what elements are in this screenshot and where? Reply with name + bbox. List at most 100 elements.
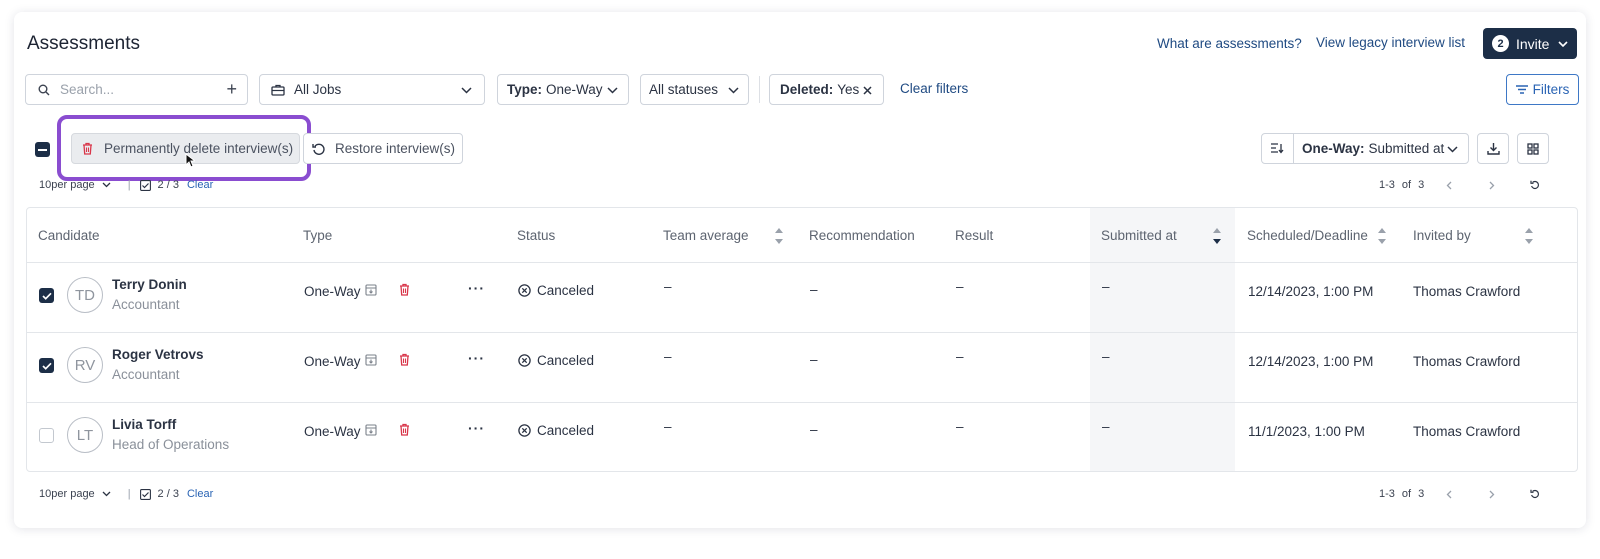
candidate-name[interactable]: Roger Vetrovs <box>112 347 204 362</box>
avatar: LT <box>67 417 103 453</box>
sort-select[interactable]: One-Way: Submitted at <box>1261 133 1469 164</box>
avatar: TD <box>67 277 103 313</box>
selected-count: 2 / 3 <box>157 179 179 191</box>
select-all-checkbox[interactable] <box>35 142 50 157</box>
submitted-at: – <box>1102 349 1110 364</box>
per-page-number: 10 <box>39 179 52 191</box>
restore-interviews-label: Restore interview(s) <box>335 141 456 156</box>
sort-arrows-icon[interactable] <box>1377 226 1387 246</box>
minus-icon <box>38 148 47 151</box>
archive-icon <box>365 354 377 366</box>
sort-direction-toggle[interactable] <box>1262 134 1294 163</box>
type-select-value: One-Way <box>546 82 603 97</box>
per-page-select[interactable]: 10 per page <box>39 488 111 500</box>
table-row[interactable]: RV Roger Vetrovs Accountant One-Way ··· … <box>27 333 1577 403</box>
row-checkbox[interactable] <box>39 428 54 443</box>
result: – <box>956 419 964 434</box>
pagination-divider: | <box>127 488 131 500</box>
sort-arrows-icon[interactable] <box>1524 226 1534 246</box>
refresh-icon[interactable] <box>1530 489 1540 499</box>
more-options-icon[interactable]: ··· <box>468 350 485 366</box>
status-select[interactable]: All statuses <box>640 74 749 105</box>
column-status[interactable]: Status <box>517 228 555 243</box>
trash-icon[interactable] <box>399 283 410 296</box>
grid-view-button[interactable] <box>1517 133 1549 164</box>
close-icon[interactable] <box>863 86 872 95</box>
status-text: Canceled <box>537 283 595 298</box>
sort-value: Submitted at <box>1368 141 1445 156</box>
invite-button[interactable]: 2 Invite <box>1483 28 1577 59</box>
team-average: – <box>664 279 672 294</box>
table-row[interactable]: TD Terry Donin Accountant One-Way ··· Ca… <box>27 263 1577 333</box>
interview-type: One-Way <box>304 284 361 299</box>
deleted-filter-chip[interactable]: Deleted: Yes <box>769 74 884 105</box>
chevron-down-icon <box>102 491 111 497</box>
chevron-right-icon[interactable] <box>1489 181 1495 190</box>
filters-button-label: Filters <box>1532 82 1570 97</box>
highlight-frame <box>57 115 311 181</box>
column-team-average[interactable]: Team average <box>663 228 749 243</box>
table-row[interactable]: LT Livia Torff Head of Operations One-Wa… <box>27 403 1577 471</box>
column-type[interactable]: Type <box>303 228 332 243</box>
trash-icon[interactable] <box>399 423 410 436</box>
table-header: Candidate Type Status Team average Recom… <box>27 208 1577 263</box>
filters-button[interactable]: Filters <box>1506 74 1579 105</box>
chevron-right-icon[interactable] <box>1489 490 1495 499</box>
clear-selection-link[interactable]: Clear <box>187 488 213 500</box>
what-are-assessments-link[interactable]: What are assessments? <box>1157 36 1302 51</box>
selected-count: 2 / 3 <box>157 488 179 500</box>
scheduled-deadline: 12/14/2023, 1:00 PM <box>1248 354 1374 369</box>
sort-icon <box>1271 143 1284 154</box>
page-of: of <box>1401 179 1412 191</box>
column-result[interactable]: Result <box>955 228 993 243</box>
column-submitted-at[interactable]: Submitted at <box>1101 228 1177 243</box>
more-options-icon[interactable]: ··· <box>468 280 485 296</box>
chevron-down-icon <box>461 87 472 94</box>
result: – <box>956 279 964 294</box>
column-invited-by[interactable]: Invited by <box>1413 228 1471 243</box>
interview-type: One-Way <box>304 354 361 369</box>
cancel-circle-icon <box>518 284 531 297</box>
download-button[interactable] <box>1477 133 1509 164</box>
type-select[interactable]: Type: One-Way <box>497 74 629 105</box>
per-page-text: per page <box>51 488 95 500</box>
scheduled-deadline: 12/14/2023, 1:00 PM <box>1248 284 1374 299</box>
row-checkbox[interactable] <box>39 358 54 373</box>
refresh-icon[interactable] <box>1530 180 1540 190</box>
per-page-select[interactable]: 10 per page <box>39 179 111 191</box>
chevron-left-icon[interactable] <box>1446 181 1452 190</box>
column-recommendation[interactable]: Recommendation <box>809 228 915 243</box>
invite-count-badge: 2 <box>1492 35 1509 52</box>
column-scheduled-deadline[interactable]: Scheduled/Deadline <box>1247 228 1368 243</box>
chevron-left-icon[interactable] <box>1446 490 1452 499</box>
column-candidate[interactable]: Candidate <box>38 228 100 243</box>
clear-selection-link[interactable]: Clear <box>187 179 213 191</box>
filter-divider <box>759 76 760 103</box>
checkbox-icon <box>139 179 151 191</box>
candidate-name[interactable]: Terry Donin <box>112 277 187 292</box>
candidate-name[interactable]: Livia Torff <box>112 417 176 432</box>
restore-interviews-button[interactable]: Restore interview(s) <box>303 133 463 164</box>
add-icon[interactable]: + <box>226 79 237 100</box>
clear-filters-link[interactable]: Clear filters <box>900 81 968 96</box>
submitted-at: – <box>1102 419 1110 434</box>
candidate-role: Head of Operations <box>112 437 230 452</box>
result: – <box>956 349 964 364</box>
jobs-select[interactable]: All Jobs <box>259 74 485 105</box>
sort-arrows-icon[interactable] <box>1212 226 1222 246</box>
sort-arrows-icon[interactable] <box>774 226 784 246</box>
trash-icon[interactable] <box>399 353 410 366</box>
checkbox-icon <box>139 488 151 500</box>
filter-icon <box>1515 85 1528 94</box>
legacy-interview-list-link[interactable]: View legacy interview list <box>1316 35 1465 50</box>
archive-icon <box>365 284 377 296</box>
team-average: – <box>664 419 672 434</box>
check-icon <box>41 292 52 300</box>
row-checkbox[interactable] <box>39 288 54 303</box>
search-input[interactable]: Search... + <box>25 74 248 105</box>
candidate-role: Accountant <box>112 297 180 312</box>
more-options-icon[interactable]: ··· <box>468 420 485 436</box>
pagination-divider: | <box>127 179 131 191</box>
grid-icon <box>1527 142 1539 155</box>
per-page-number: 10 <box>39 488 52 500</box>
